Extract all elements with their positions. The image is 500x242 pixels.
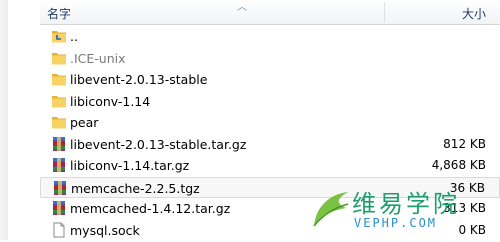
folder-icon — [51, 50, 67, 66]
file-name: memcache-2.2.5.tgz — [71, 180, 200, 196]
archive-icon — [51, 200, 67, 216]
file-name: libiconv-1.14 — [70, 93, 151, 109]
file-name: pear — [70, 115, 99, 130]
file-row[interactable]: libiconv-1.14.tar.gz 4,868 KB — [40, 155, 500, 177]
archive-icon — [51, 157, 67, 173]
file-row[interactable]: .. — [40, 26, 500, 48]
file-name: .. — [70, 29, 78, 44]
folder-icon — [51, 93, 67, 109]
file-row[interactable]: libiconv-1.14 — [40, 91, 500, 113]
file-name: .ICE-unix — [70, 50, 126, 66]
file-name: mysql.sock — [70, 222, 140, 238]
folder-icon — [51, 114, 67, 130]
file-row[interactable]: .ICE-unix — [40, 48, 500, 70]
file-name: libevent-2.0.13-stable.tar.gz — [70, 136, 247, 152]
watermark-logo: 维易学院 VEPHP.COM — [308, 184, 500, 240]
column-divider[interactable] — [384, 2, 385, 22]
folder-icon — [51, 71, 67, 87]
file-icon — [51, 222, 67, 238]
column-header-size[interactable]: 大小 — [462, 5, 486, 22]
file-name: memcached-1.4.12.tar.gz — [70, 201, 231, 216]
file-size: 812 KB — [443, 136, 486, 151]
watermark-text-cn: 维易学院 — [352, 190, 460, 218]
file-row[interactable]: libevent-2.0.13-stable.tar.gz 812 KB — [40, 134, 500, 156]
file-row[interactable]: libevent-2.0.13-stable — [40, 69, 500, 91]
column-header-bar: 名字 ︿ 大小 — [40, 0, 500, 25]
file-name: libevent-2.0.13-stable — [70, 72, 208, 87]
leaf-logo-icon — [313, 192, 349, 227]
file-size: 4,868 KB — [431, 158, 486, 172]
archive-icon — [52, 180, 68, 196]
file-row[interactable]: pear — [40, 112, 500, 134]
sort-ascending-icon: ︿ — [237, 2, 247, 13]
parent-folder-icon — [51, 28, 67, 44]
watermark-text-en: VEPHP.COM — [354, 216, 438, 230]
column-header-name[interactable]: 名字 — [47, 5, 71, 22]
file-name: libiconv-1.14.tar.gz — [70, 158, 190, 173]
archive-icon — [51, 136, 67, 152]
